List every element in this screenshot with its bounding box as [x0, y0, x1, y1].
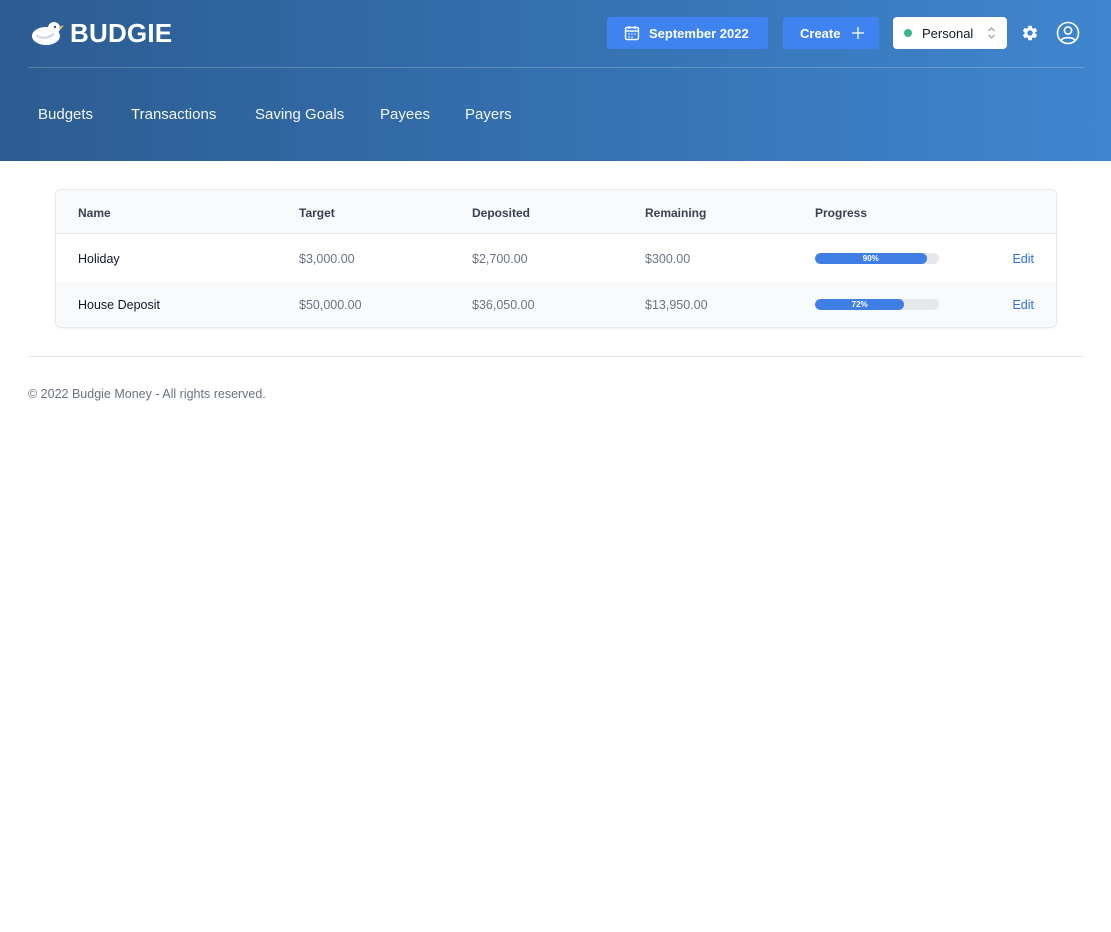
bird-logo-icon: [32, 22, 64, 45]
goal-remaining: $300.00: [645, 252, 691, 266]
column-header-target: Target: [299, 206, 335, 220]
edit-link[interactable]: Edit: [1012, 252, 1034, 266]
ledger-label: Personal: [922, 25, 974, 41]
table-row: House Deposit $50,000.00 $36,050.00 $13,…: [56, 281, 1056, 327]
nav-item-saving-goals[interactable]: Saving Goals: [255, 106, 344, 123]
create-label: Create: [800, 25, 841, 41]
progress-fill: 72%: [815, 299, 905, 310]
month-picker-button[interactable]: September 2022: [607, 17, 768, 49]
progress-bar: 72%: [815, 299, 939, 310]
progress-label: 90%: [862, 254, 879, 263]
goal-deposited: $2,700.00: [472, 252, 528, 266]
goal-deposited: $36,050.00: [472, 298, 535, 312]
nav-item-payers[interactable]: Payers: [465, 106, 512, 123]
saving-goals-table: Name Target Deposited Remaining Progress…: [55, 189, 1057, 328]
goal-name: House Deposit: [78, 298, 160, 312]
plus-icon: [852, 27, 865, 39]
nav-item-payees[interactable]: Payees: [380, 106, 430, 123]
ledger-status-dot: [904, 29, 912, 37]
create-button[interactable]: Create: [783, 17, 879, 49]
brand-name: BUDGIE: [70, 17, 173, 48]
nav-item-budgets[interactable]: Budgets: [38, 106, 93, 123]
goal-target: $50,000.00: [299, 298, 362, 312]
goal-name: Holiday: [78, 252, 120, 266]
column-header-remaining: Remaining: [645, 206, 707, 220]
app-header: BUDGIE September 2022 Create Personal Bu…: [0, 0, 1111, 161]
progress-bar: 90%: [815, 253, 939, 264]
column-header-progress: Progress: [815, 206, 868, 220]
edit-link[interactable]: Edit: [1012, 298, 1034, 312]
table-row: Holiday $3,000.00 $2,700.00 $300.00 90% …: [56, 235, 1056, 281]
calendar-icon: [624, 26, 640, 41]
nav-item-transactions[interactable]: Transactions: [131, 106, 216, 123]
user-circle-icon[interactable]: [1056, 21, 1080, 45]
footer-divider: [28, 356, 1084, 357]
chevron-updown-icon: [988, 27, 995, 39]
top-bar: BUDGIE September 2022 Create Personal: [28, 0, 1084, 68]
goal-target: $3,000.00: [299, 252, 355, 266]
progress-label: 72%: [851, 300, 868, 309]
progress-fill: 90%: [815, 253, 927, 264]
goal-remaining: $13,950.00: [645, 298, 708, 312]
column-header-name: Name: [78, 206, 111, 220]
column-header-deposited: Deposited: [472, 206, 531, 220]
logo[interactable]: BUDGIE: [30, 17, 172, 49]
footer-text: © 2022 Budgie Money - All rights reserve…: [28, 387, 266, 401]
table-header: Name Target Deposited Remaining Progress: [56, 190, 1056, 234]
month-label: September 2022: [649, 25, 749, 41]
ledger-select[interactable]: Personal: [893, 17, 1007, 49]
gear-icon[interactable]: [1021, 24, 1039, 42]
